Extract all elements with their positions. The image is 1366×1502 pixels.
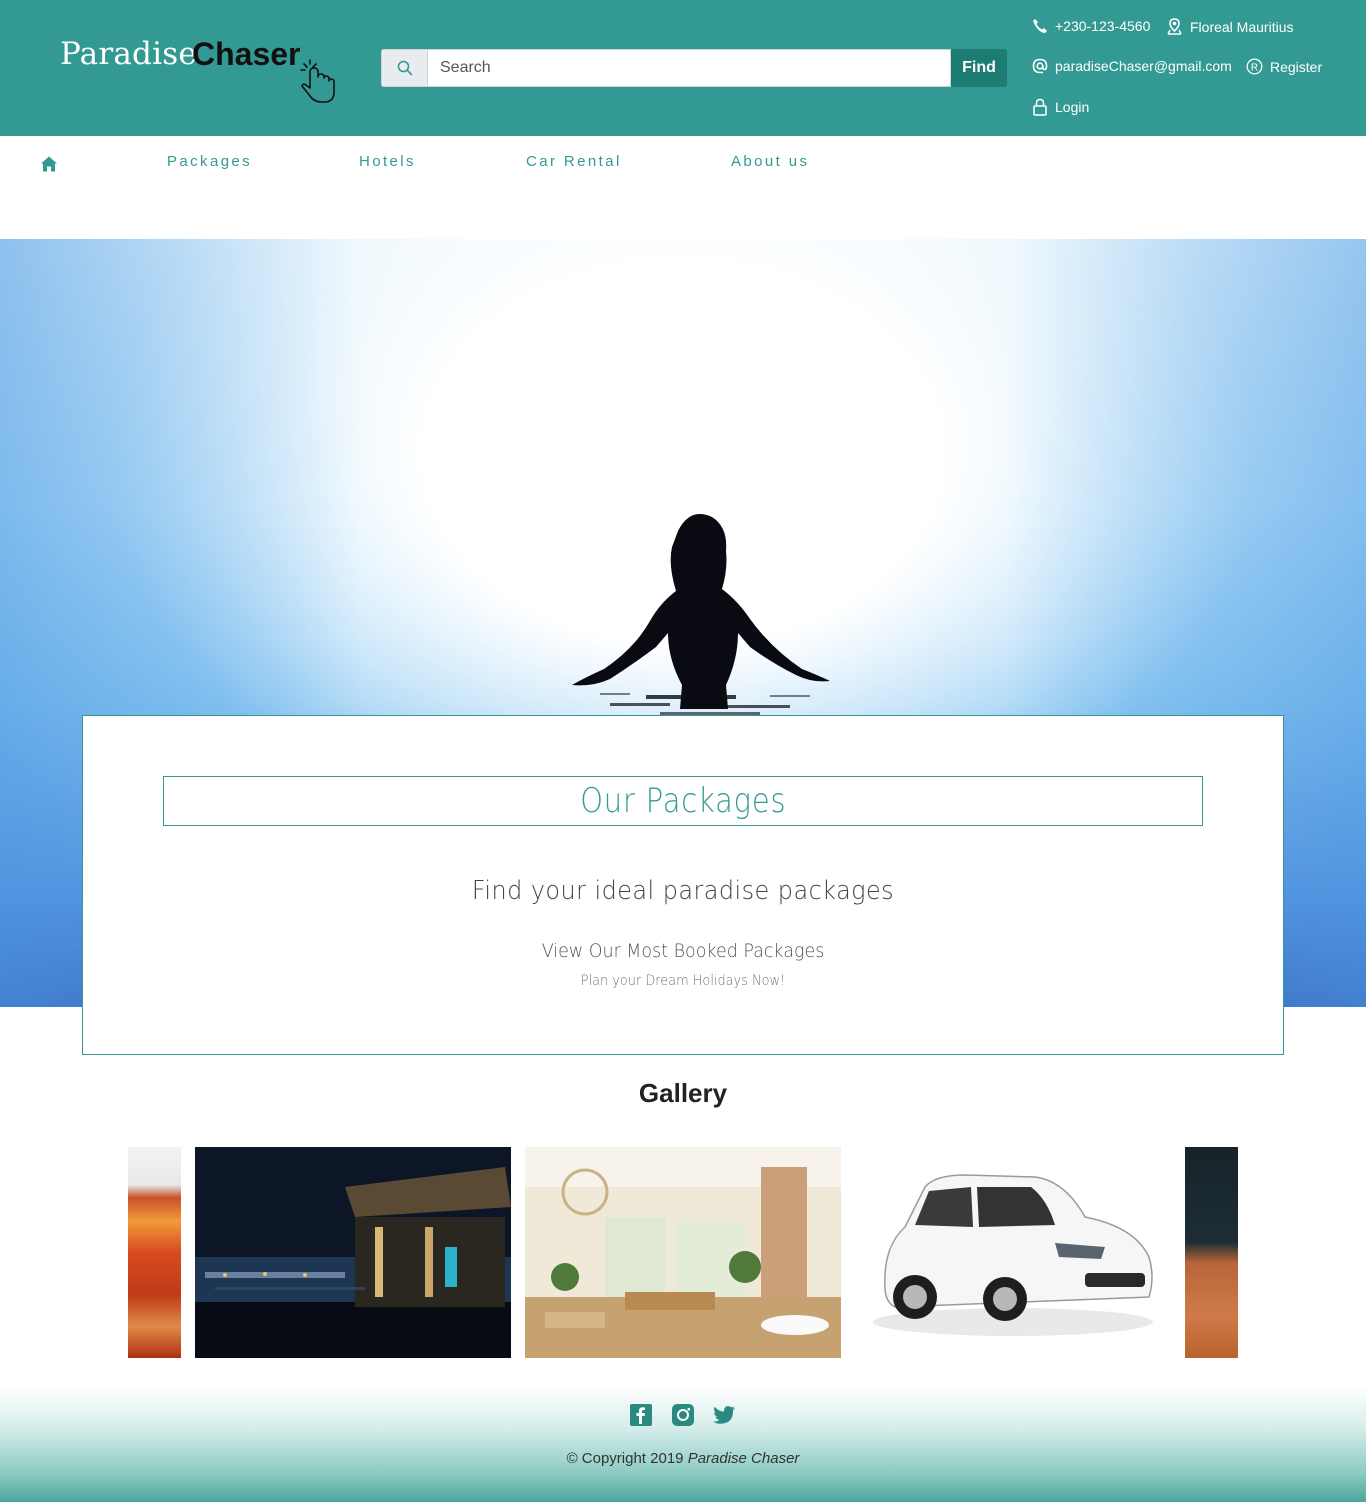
copyright-prefix: © Copyright 2019 bbox=[566, 1450, 684, 1467]
search-input[interactable] bbox=[427, 49, 951, 87]
view-packages-link[interactable]: View Our Most Booked Packages bbox=[131, 940, 1235, 962]
twitter-icon[interactable] bbox=[712, 1403, 736, 1427]
site-footer: © Copyright 2019 Paradise Chaser bbox=[0, 1386, 1366, 1502]
search-bar bbox=[381, 49, 951, 87]
main-nav: Packages Hotels Car Rental About us bbox=[0, 136, 1366, 239]
dining-hall-image[interactable] bbox=[525, 1147, 841, 1358]
location-contact: Floreal Mauritius bbox=[1166, 18, 1293, 36]
packages-title-frame: Our Packages bbox=[163, 776, 1203, 826]
nav-item-packages[interactable]: Packages bbox=[167, 153, 252, 170]
restaurant-interior-image[interactable] bbox=[128, 1147, 181, 1358]
facebook-icon[interactable] bbox=[629, 1403, 653, 1427]
lock-icon bbox=[1033, 98, 1047, 116]
night-resort-image[interactable] bbox=[195, 1147, 511, 1358]
packages-title: Our Packages bbox=[579, 781, 787, 821]
packages-section: Our Packages Find your ideal paradise pa… bbox=[82, 715, 1284, 1055]
location-text: Floreal Mauritius bbox=[1190, 19, 1294, 35]
register-label: Register bbox=[1270, 58, 1323, 75]
register-link[interactable]: R Register bbox=[1246, 58, 1322, 75]
email-text: paradiseChaser@gmail.com bbox=[1055, 58, 1232, 74]
registered-icon: R bbox=[1246, 58, 1263, 75]
find-button[interactable]: Find bbox=[951, 49, 1007, 87]
dining-hall-graphic bbox=[525, 1147, 841, 1358]
nav-item-about-us[interactable]: About us bbox=[731, 153, 809, 170]
phone-icon bbox=[1033, 19, 1047, 33]
packages-note: Plan your Dream Holidays Now! bbox=[580, 973, 786, 989]
pointing-hand-icon bbox=[300, 59, 335, 103]
swimmer-silhouette-image bbox=[572, 514, 830, 715]
search-icon bbox=[381, 49, 427, 87]
nav-item-hotels[interactable]: Hotels bbox=[359, 153, 416, 170]
copyright-brand: Paradise Chaser bbox=[687, 1450, 800, 1467]
night-resort-graphic bbox=[195, 1147, 511, 1358]
nav-item-car-rental[interactable]: Car Rental bbox=[526, 153, 622, 170]
instagram-icon[interactable] bbox=[671, 1403, 695, 1427]
logo-text-paradise: Paradise bbox=[60, 36, 197, 72]
login-link[interactable]: Login bbox=[1032, 98, 1089, 116]
copyright-text: © Copyright 2019 Paradise Chaser bbox=[0, 1450, 1366, 1467]
map-pin-icon bbox=[1167, 18, 1182, 35]
signage-image[interactable] bbox=[1185, 1147, 1238, 1358]
home-icon[interactable] bbox=[40, 155, 58, 173]
white-car-graphic bbox=[873, 1174, 1153, 1336]
logo-text-chaser: Chaser bbox=[192, 36, 301, 72]
logo[interactable]: Paradise Chaser bbox=[60, 34, 350, 104]
login-label: Login bbox=[1055, 99, 1090, 115]
phone-contact: +230-123-4560 bbox=[1032, 18, 1150, 34]
gallery-title: Gallery bbox=[638, 1078, 728, 1108]
at-icon bbox=[1032, 58, 1048, 74]
packages-subtitle: Find your ideal paradise packages bbox=[471, 876, 895, 906]
white-car-image[interactable] bbox=[855, 1147, 1171, 1358]
phone-number: +230-123-4560 bbox=[1055, 18, 1151, 34]
email-contact[interactable]: paradiseChaser@gmail.com bbox=[1032, 58, 1232, 74]
svg-text:R: R bbox=[1251, 63, 1258, 74]
site-header: Paradise Chaser Find +230-123-4560 Flore… bbox=[0, 0, 1366, 136]
